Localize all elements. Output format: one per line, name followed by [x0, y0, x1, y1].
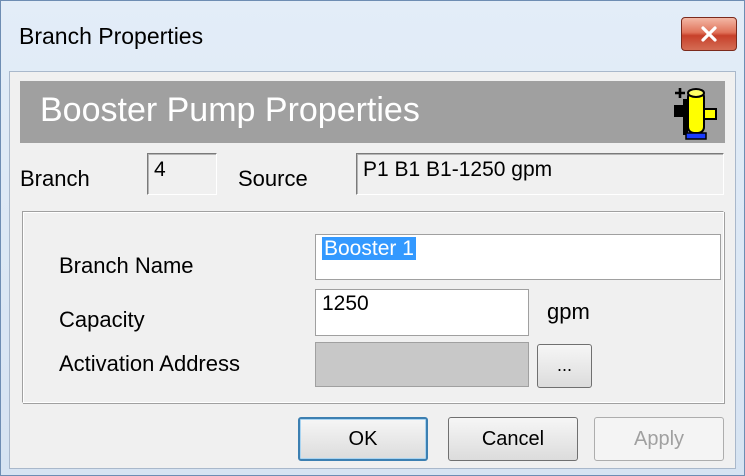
- capacity-label: Capacity: [59, 307, 145, 332]
- apply-button[interactable]: Apply: [594, 417, 724, 461]
- dialog-client-area: Booster Pump Properties Branch 4 Source: [9, 71, 736, 469]
- branch-number-field: 4: [147, 153, 217, 195]
- branch-name-label: Branch Name: [59, 253, 194, 278]
- branch-number-value: 4: [154, 158, 166, 181]
- branch-name-value: Booster 1: [322, 237, 416, 260]
- capacity-unit: gpm: [547, 299, 590, 324]
- close-x-icon: [701, 26, 717, 42]
- activation-address-input[interactable]: [315, 342, 529, 387]
- title-bar[interactable]: Branch Properties: [1, 1, 744, 71]
- source-label: Source: [238, 166, 308, 191]
- close-button[interactable]: [681, 17, 737, 51]
- source-field: P1 B1 B1-1250 gpm: [356, 153, 724, 195]
- activation-address-label: Activation Address: [59, 351, 240, 376]
- ok-button[interactable]: OK: [298, 417, 428, 461]
- header-band: Booster Pump Properties: [20, 81, 725, 143]
- activation-address-browse-button[interactable]: ...: [537, 344, 592, 388]
- booster-pump-icon: [674, 88, 717, 140]
- capacity-value: 1250: [322, 292, 369, 315]
- header-title: Booster Pump Properties: [40, 91, 420, 129]
- branch-label: Branch: [20, 166, 90, 191]
- branch-properties-dialog: Branch Properties Booster Pump Propertie…: [0, 0, 745, 476]
- capacity-input[interactable]: 1250: [315, 289, 529, 336]
- cancel-button[interactable]: Cancel: [448, 417, 578, 461]
- source-value: P1 B1 B1-1250 gpm: [363, 158, 553, 181]
- window-title: Branch Properties: [19, 23, 204, 49]
- branch-settings-group: Branch Name Booster 1 Capacity 1250 gpm …: [22, 211, 724, 403]
- branch-name-input[interactable]: Booster 1: [315, 234, 721, 280]
